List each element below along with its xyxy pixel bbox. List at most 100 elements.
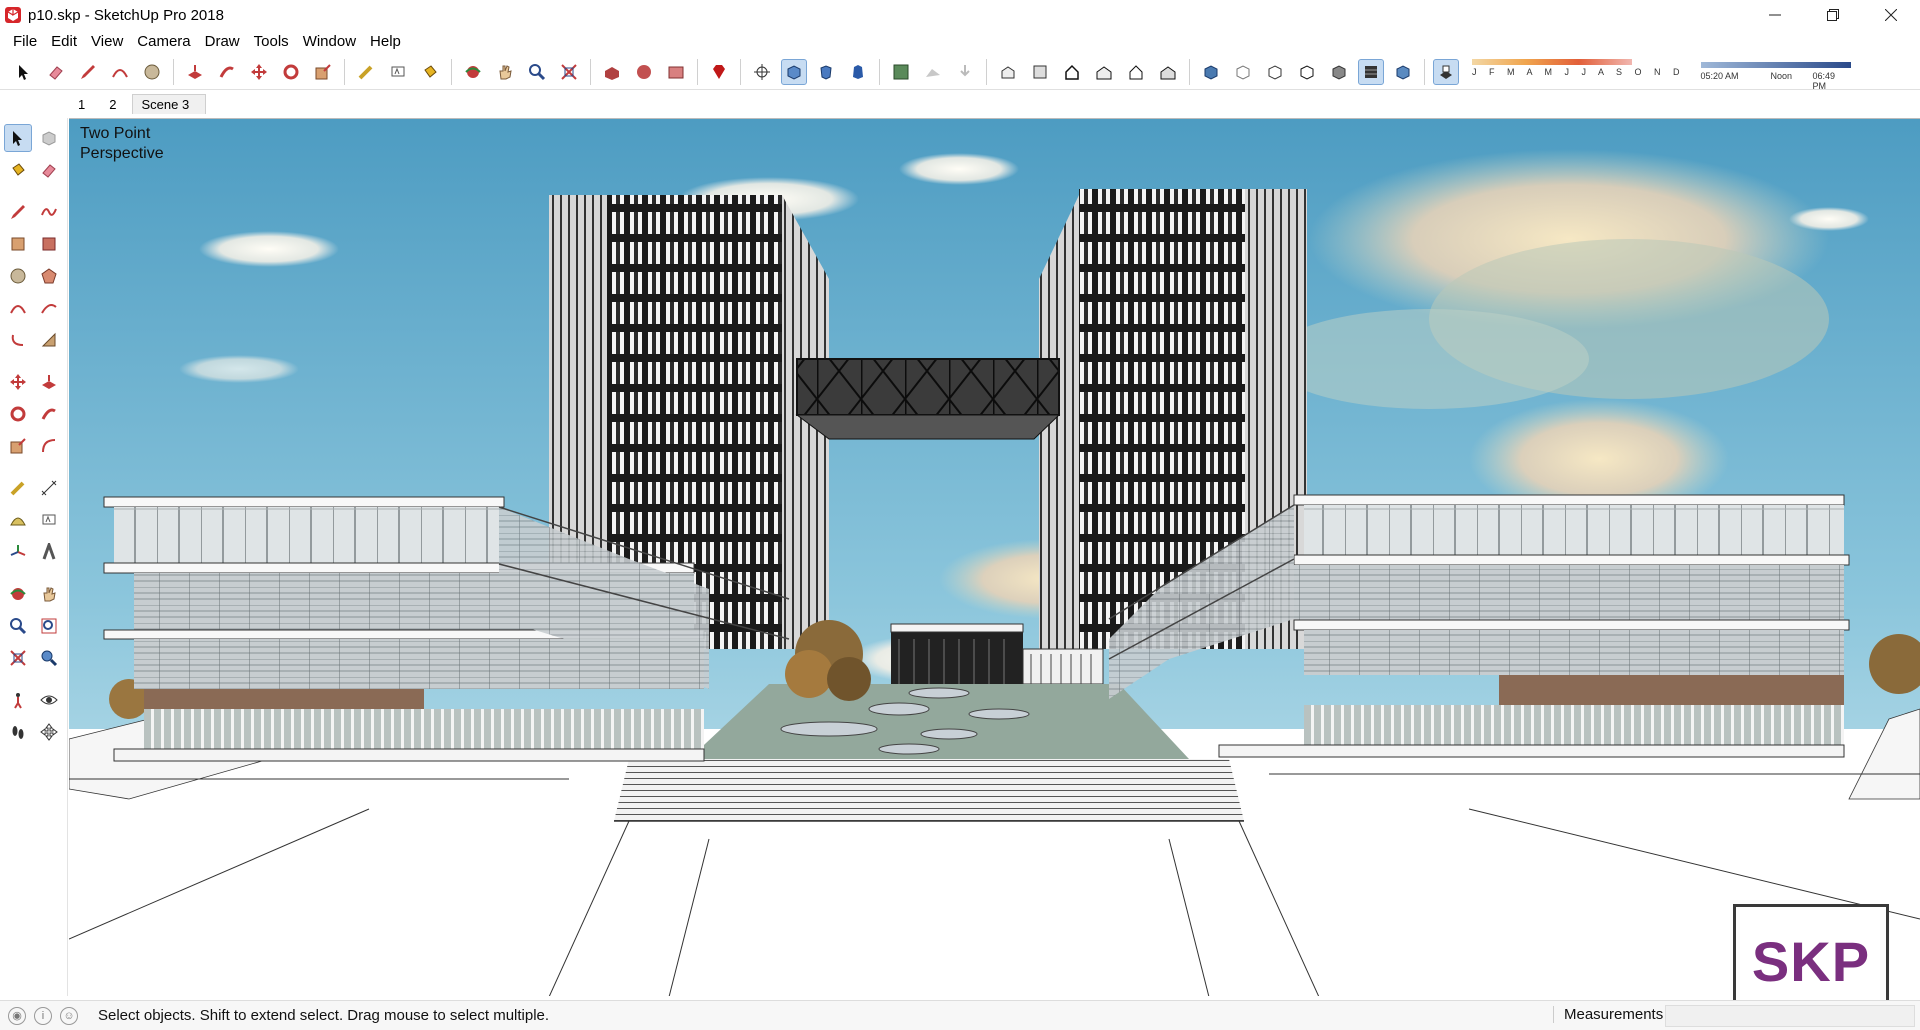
- left-view-button[interactable]: [1155, 59, 1181, 85]
- menu-help[interactable]: Help: [363, 33, 408, 50]
- iso-view-button[interactable]: [995, 59, 1021, 85]
- tape-measure-tool[interactable]: [4, 474, 32, 502]
- minimize-button[interactable]: [1746, 0, 1804, 30]
- rectangle-tool[interactable]: [4, 230, 32, 258]
- wireframe-button[interactable]: [1262, 59, 1288, 85]
- orbit-tool[interactable]: [4, 580, 32, 608]
- line-tool[interactable]: [4, 198, 32, 226]
- menu-camera[interactable]: Camera: [130, 33, 197, 50]
- front-view-button[interactable]: [1059, 59, 1085, 85]
- shaded-textures-button[interactable]: [1358, 58, 1384, 85]
- warehouse-button[interactable]: [599, 59, 625, 85]
- walk-tool[interactable]: [4, 718, 32, 746]
- back-view-button[interactable]: [1123, 59, 1149, 85]
- measurements-input[interactable]: [1665, 1005, 1915, 1027]
- circle-tool[interactable]: [4, 262, 32, 290]
- extension-manager-button[interactable]: [706, 59, 732, 85]
- extension-warehouse-button[interactable]: [631, 59, 657, 85]
- menu-window[interactable]: Window: [296, 33, 363, 50]
- share-model-button[interactable]: [663, 59, 689, 85]
- scene-tab-3[interactable]: Scene 3: [132, 94, 207, 114]
- protractor-tool[interactable]: [4, 506, 32, 534]
- zoom-extents-button[interactable]: [556, 59, 582, 85]
- xray-button[interactable]: [1198, 59, 1224, 85]
- zoom-extents-tool[interactable]: [4, 644, 32, 672]
- orbit-button[interactable]: [460, 59, 486, 85]
- offset-tool[interactable]: [36, 432, 64, 460]
- paint-bucket-tool[interactable]: [4, 156, 32, 184]
- zoom-button[interactable]: [524, 59, 550, 85]
- scene-tab-1[interactable]: 1: [70, 95, 101, 114]
- hidden-line-button[interactable]: [1294, 59, 1320, 85]
- zoom-tool[interactable]: [4, 612, 32, 640]
- two-point-arc-tool[interactable]: [36, 294, 64, 322]
- perspective-button[interactable]: [813, 59, 839, 85]
- freehand-tool[interactable]: [36, 198, 64, 226]
- photo-texture-button[interactable]: [952, 59, 978, 85]
- select-tool[interactable]: [4, 124, 32, 152]
- pan-tool[interactable]: [36, 580, 64, 608]
- arc-tool[interactable]: [4, 294, 32, 322]
- position-camera-tool[interactable]: [4, 686, 32, 714]
- look-around-tool[interactable]: [36, 686, 64, 714]
- follow-me-tool[interactable]: [36, 400, 64, 428]
- restore-button[interactable]: [1804, 0, 1862, 30]
- menu-draw[interactable]: Draw: [198, 33, 247, 50]
- move-tool[interactable]: [4, 368, 32, 396]
- menu-file[interactable]: File: [6, 33, 44, 50]
- select-tool-button[interactable]: [11, 59, 37, 85]
- shadows-toggle-button[interactable]: [1433, 58, 1459, 85]
- monochrome-button[interactable]: [1390, 59, 1416, 85]
- shadow-month-slider[interactable]: J F M A M J J A S O N D: [1472, 58, 1685, 77]
- 3d-text-tool[interactable]: [36, 538, 64, 566]
- menu-tools[interactable]: Tools: [247, 33, 296, 50]
- eraser-tool[interactable]: [36, 156, 64, 184]
- scene-tab-2[interactable]: 2: [101, 95, 132, 114]
- shadow-time-slider[interactable]: 05:20 AM Noon 06:49 PM: [1700, 61, 1851, 91]
- polygon-tool[interactable]: [36, 262, 64, 290]
- line-tool-button[interactable]: [75, 59, 101, 85]
- top-view-button[interactable]: [1027, 59, 1053, 85]
- three-point-arc-tool[interactable]: [4, 326, 32, 354]
- user-account-icon[interactable]: ☺: [60, 1006, 78, 1025]
- previous-view-tool[interactable]: [36, 644, 64, 672]
- axes-tool[interactable]: [4, 538, 32, 566]
- tape-measure-button[interactable]: [353, 59, 379, 85]
- pie-tool[interactable]: [36, 326, 64, 354]
- menu-view[interactable]: View: [84, 33, 130, 50]
- credits-info-icon[interactable]: i: [34, 1006, 52, 1025]
- move-tool-button[interactable]: [246, 59, 272, 85]
- paint-bucket-button[interactable]: [417, 59, 443, 85]
- dimension-tool[interactable]: [36, 474, 64, 502]
- follow-me-button[interactable]: [214, 59, 240, 85]
- add-location-button[interactable]: [888, 59, 914, 85]
- parallel-projection-button[interactable]: [781, 58, 807, 85]
- back-edges-button[interactable]: [1230, 59, 1256, 85]
- scale-tool-button[interactable]: [310, 59, 336, 85]
- section-plane-tool[interactable]: [36, 718, 64, 746]
- shapes-tool-button[interactable]: [139, 59, 165, 85]
- rotated-rectangle-tool[interactable]: [36, 230, 64, 258]
- rotate-tool-button[interactable]: [278, 59, 304, 85]
- eraser-tool-button[interactable]: [43, 59, 69, 85]
- camera-projection-label: Two Point Perspective: [80, 124, 164, 164]
- make-component-tool[interactable]: [36, 124, 63, 152]
- arc-tool-button[interactable]: [107, 59, 133, 85]
- pan-button[interactable]: [492, 59, 518, 85]
- rotate-tool[interactable]: [4, 400, 32, 428]
- position-camera-button[interactable]: [749, 59, 775, 85]
- zoom-window-tool[interactable]: [36, 612, 64, 640]
- right-view-button[interactable]: [1091, 59, 1117, 85]
- push-pull-button[interactable]: [182, 59, 208, 85]
- push-pull-tool[interactable]: [36, 368, 64, 396]
- text-tool-button[interactable]: [385, 59, 411, 85]
- shaded-button[interactable]: [1326, 59, 1352, 85]
- three-point-button[interactable]: [845, 59, 871, 85]
- close-button[interactable]: [1862, 0, 1920, 30]
- model-viewport[interactable]: [69, 118, 1920, 996]
- menu-edit[interactable]: Edit: [44, 33, 84, 50]
- scale-tool[interactable]: [4, 432, 32, 460]
- geo-location-icon[interactable]: ◉: [8, 1006, 26, 1025]
- text-tool[interactable]: [36, 506, 64, 534]
- toggle-terrain-button[interactable]: [920, 59, 946, 85]
